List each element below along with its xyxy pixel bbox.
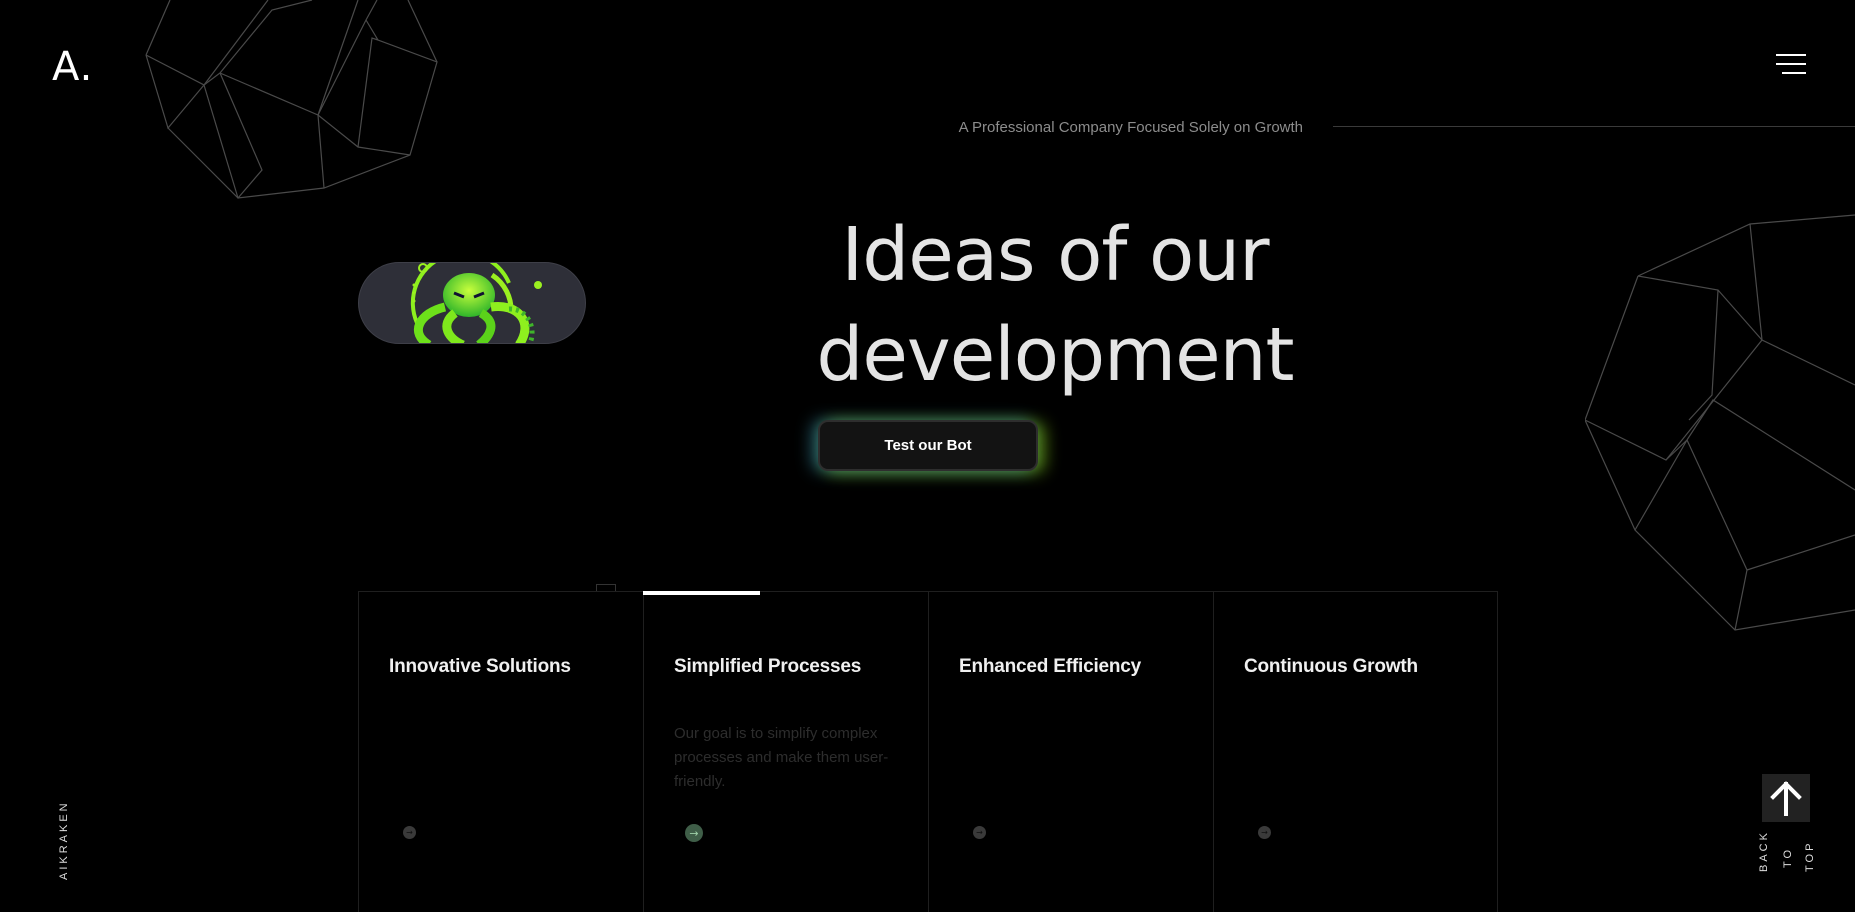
card-description: Our goal is to simplify complex processe… [674,725,889,790]
mascot-pill [358,262,586,344]
hero-title-line-2: development [816,312,1294,398]
octopus-mascot-icon [410,263,542,343]
feature-card-innovative[interactable]: Innovative Solutions → [358,592,643,912]
back-to-top-word-3: TOP [1804,840,1816,872]
card-title: Enhanced Efficiency [959,656,1142,677]
active-card-indicator [643,591,760,595]
test-bot-button[interactable]: Test our Bot [818,420,1038,471]
arrow-up-icon [1770,781,1802,816]
feature-card-simplified[interactable]: Simplified Processes Our goal is to simp… [643,592,928,912]
arrow-right-icon[interactable]: → [973,826,986,839]
wireframe-polyhedron-top-left [140,0,445,205]
tagline-divider [1333,126,1855,127]
feature-card-efficiency[interactable]: Enhanced Efficiency → [928,592,1213,912]
arrow-right-icon[interactable]: → [685,824,703,842]
back-to-top-word-2: TO [1782,846,1794,868]
arrow-right-icon[interactable]: → [1258,826,1271,839]
hero-title: Ideas of our development [700,205,1410,405]
wireframe-polyhedron-right [1585,210,1855,640]
feature-card-growth[interactable]: Continuous Growth → [1213,592,1498,912]
card-title: Simplified Processes [674,656,862,677]
hamburger-menu-icon[interactable] [1774,54,1806,78]
card-title: Continuous Growth [1244,656,1418,677]
vertical-brand-label: AIKRAKEN [58,800,70,880]
arrow-right-icon[interactable]: → [403,826,416,839]
feature-cards: Innovative Solutions → Simplified Proces… [358,591,1498,912]
site-logo[interactable]: A. [52,44,93,90]
card-title: Innovative Solutions [389,656,571,677]
back-to-top-button[interactable] [1762,774,1810,822]
hero-tagline: A Professional Company Focused Solely on… [958,119,1303,136]
back-to-top-word-1: BACK [1758,830,1770,872]
hero-title-line-1: Ideas of our [841,212,1269,298]
